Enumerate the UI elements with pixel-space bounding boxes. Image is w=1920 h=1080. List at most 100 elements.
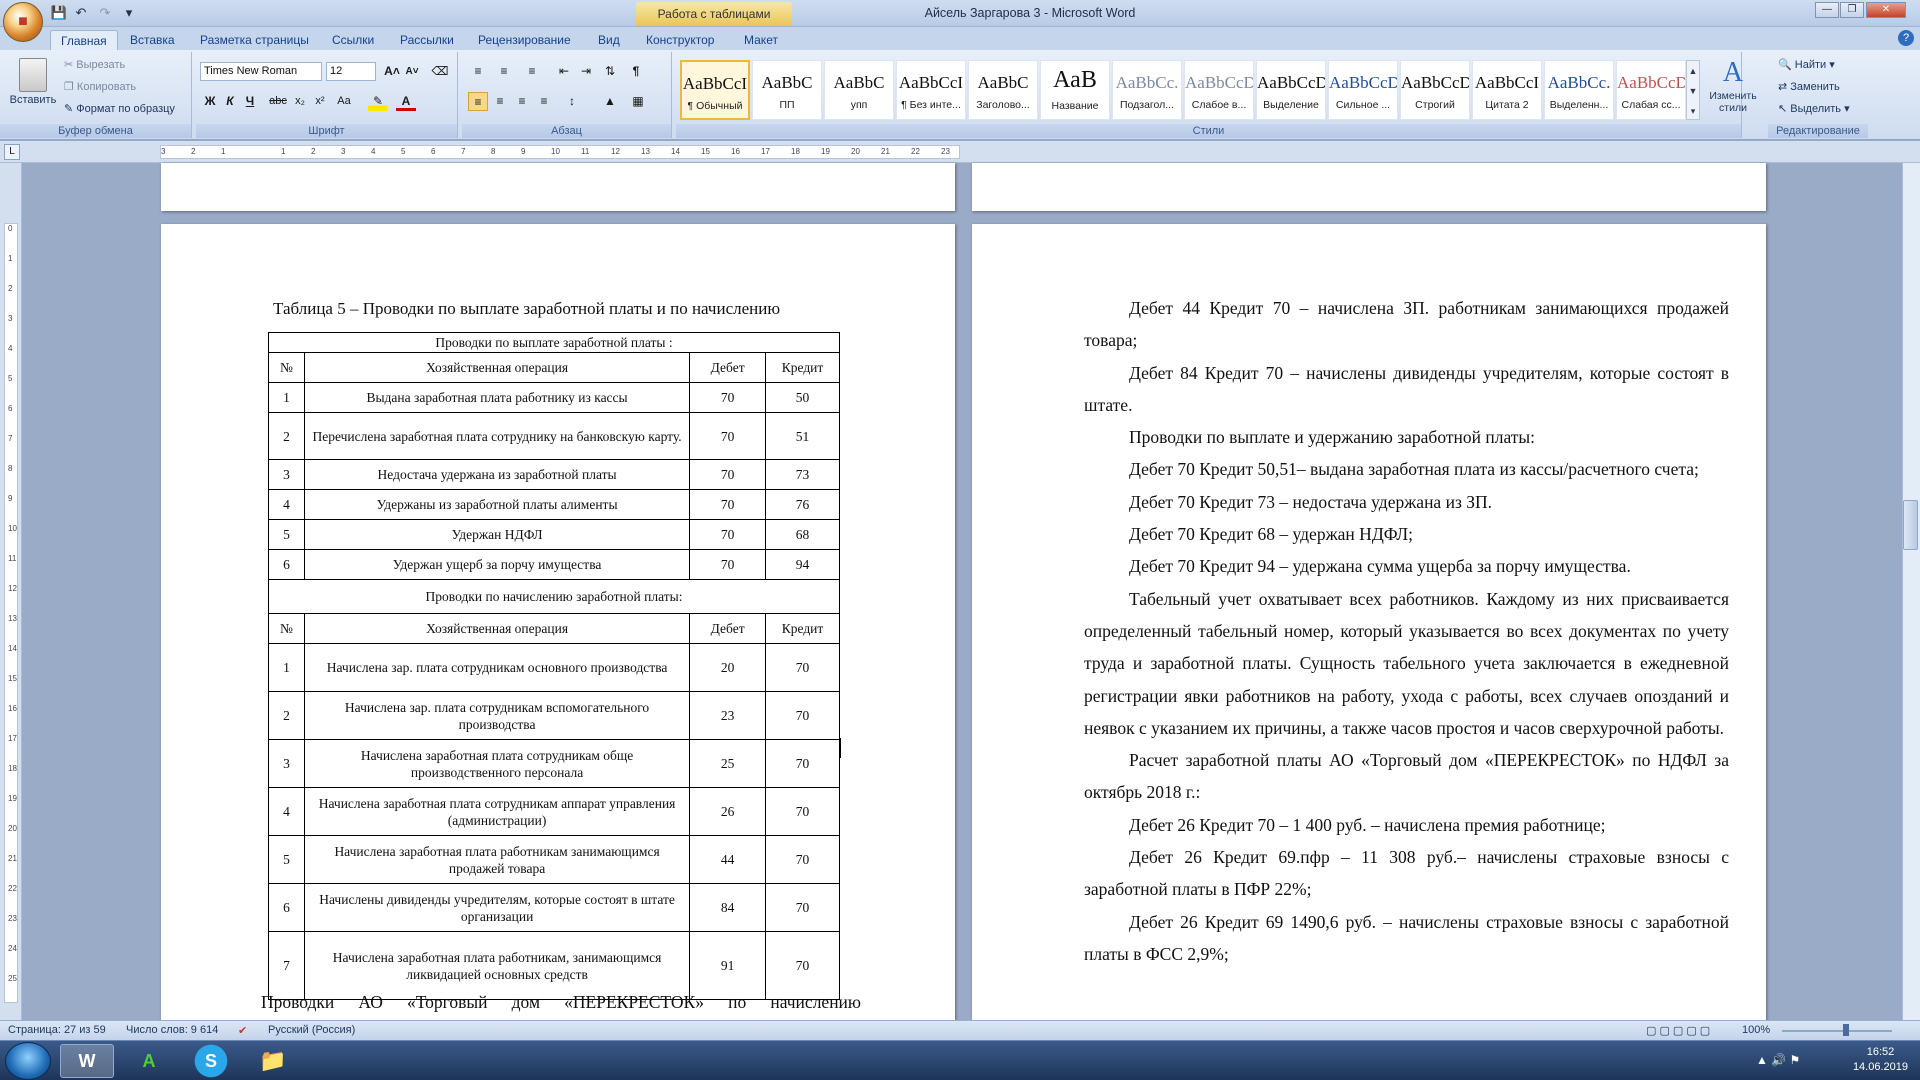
show-marks-icon[interactable]: ¶: [626, 62, 646, 81]
row-credit[interactable]: 70: [765, 691, 840, 740]
decrease-indent-icon[interactable]: ⇤: [554, 62, 574, 81]
style-item[interactable]: AaBbCcD Слабое в...: [1184, 60, 1254, 120]
row-credit[interactable]: 51: [765, 412, 840, 460]
row-number[interactable]: 4: [268, 787, 305, 836]
tab-review[interactable]: Рецензирование: [468, 30, 581, 50]
page-left[interactable]: Таблица 5 – Проводки по выплате заработн…: [161, 224, 955, 1024]
tab-selector-icon[interactable]: L: [4, 144, 20, 160]
table-row[interactable]: 4 Удержаны из заработной платы алименты 70…: [268, 489, 840, 520]
underline-icon[interactable]: Ч: [240, 92, 260, 111]
format-painter-button[interactable]: ✎ Формат по образцу: [64, 102, 175, 115]
clock[interactable]: 16:52 14.06.2019: [1853, 1045, 1908, 1075]
style-item[interactable]: AaBbC ПП: [752, 60, 822, 120]
table-header-row[interactable]: № Хозяйственная операция Дебет Кредит: [268, 352, 840, 383]
row-debit[interactable]: 70: [689, 519, 767, 550]
shrink-font-icon[interactable]: A˅: [402, 62, 422, 81]
row-operation[interactable]: Перечислена заработная плата сотруднику …: [303, 412, 691, 460]
table-row[interactable]: 2 Начислена зар. плата сотрудникам вспомо…: [268, 691, 840, 740]
replace-button[interactable]: ⇄ Заменить: [1778, 80, 1840, 93]
row-number[interactable]: 5: [268, 519, 305, 550]
row-number[interactable]: 3: [268, 459, 305, 490]
page-count[interactable]: Страница: 27 из 59: [8, 1024, 106, 1036]
row-operation[interactable]: Начислены дивиденды учредителям, которые…: [303, 883, 691, 932]
increase-indent-icon[interactable]: ⇥: [576, 62, 596, 81]
word-taskbar-icon[interactable]: W: [60, 1044, 114, 1078]
table-row[interactable]: 3 Недостача удержана из заработной платы 7…: [268, 459, 840, 490]
zoom-level[interactable]: 100%: [1742, 1024, 1770, 1036]
table-row[interactable]: 4 Начислена заработная плата сотрудникам …: [268, 787, 840, 836]
style-item[interactable]: AaBbCc. Выделенн...: [1544, 60, 1614, 120]
language[interactable]: Русский (Россия): [268, 1024, 355, 1036]
change-case-icon[interactable]: Aa: [334, 92, 354, 111]
tab-design[interactable]: Конструктор: [636, 30, 724, 50]
undo-icon[interactable]: ↶: [72, 4, 90, 22]
row-number[interactable]: 2: [268, 412, 305, 460]
row-debit[interactable]: 70: [689, 459, 767, 490]
table-row[interactable]: 3 Начислена заработная плата сотрудникам …: [268, 739, 840, 788]
header-debit[interactable]: Дебет: [689, 613, 767, 644]
word-count[interactable]: Число слов: 9 614: [126, 1024, 218, 1036]
start-button[interactable]: [5, 1042, 51, 1080]
help-icon[interactable]: ?: [1898, 30, 1914, 46]
skype-taskbar-icon[interactable]: S: [184, 1044, 238, 1078]
row-debit[interactable]: 26: [689, 787, 767, 836]
tab-layout[interactable]: Макет: [734, 30, 788, 50]
table-row[interactable]: 6 Удержан ущерб за порчу имущества 70 94: [268, 549, 840, 580]
table-section-row[interactable]: Проводки по выплате заработной платы :: [268, 332, 840, 353]
table-row[interactable]: 2 Перечислена заработная плата сотруднику…: [268, 412, 840, 460]
table-row[interactable]: 1 Начислена зар. плата сотрудникам основн…: [268, 643, 840, 692]
tab-mailings[interactable]: Рассылки: [390, 30, 464, 50]
vertical-ruler[interactable]: 0 1 2 3 4 5 6 7 8 9 10 11 12 13 14 15 16 17 18 19 20 21 22 23 24…: [0, 163, 22, 1020]
row-operation[interactable]: Начислена зар. плата сотрудникам основно…: [303, 643, 691, 692]
table-section-title[interactable]: Проводки по выплате заработной платы :: [268, 332, 840, 353]
table-row[interactable]: 5 Удержан НДФЛ 70 68: [268, 519, 840, 550]
table-row[interactable]: 6 Начислены дивиденды учредителям, которы…: [268, 883, 840, 932]
row-operation[interactable]: Выдана заработная плата работнику из кас…: [303, 382, 691, 413]
style-item[interactable]: AaBbCcD Строгий: [1400, 60, 1470, 120]
row-debit[interactable]: 20: [689, 643, 767, 692]
align-left-icon[interactable]: ≡: [468, 92, 488, 111]
row-credit[interactable]: 70: [765, 787, 840, 836]
row-operation[interactable]: Удержан НДФЛ: [303, 519, 691, 550]
header-operation[interactable]: Хозяйственная операция: [303, 352, 691, 383]
row-number[interactable]: 2: [268, 691, 305, 740]
view-buttons[interactable]: ▢ ▢ ▢ ▢ ▢: [1646, 1024, 1710, 1037]
row-credit[interactable]: 50: [765, 382, 840, 413]
grow-font-icon[interactable]: A˄: [382, 62, 402, 81]
row-credit[interactable]: 94: [765, 549, 840, 580]
bullets-icon[interactable]: ≡: [468, 62, 488, 81]
row-credit[interactable]: 70: [765, 835, 840, 884]
copy-button[interactable]: ❐ Копировать: [64, 80, 136, 93]
borders-icon[interactable]: ▦: [628, 92, 648, 111]
row-credit[interactable]: 70: [765, 883, 840, 932]
superscript-icon[interactable]: x²: [310, 92, 330, 111]
tray-icons[interactable]: ▲ 🔊 ⚑: [1756, 1053, 1800, 1067]
style-item[interactable]: AaBbCc. Подзагол...: [1112, 60, 1182, 120]
redo-icon[interactable]: ↷: [96, 4, 114, 22]
row-operation[interactable]: Удержан ущерб за порчу имущества: [303, 549, 691, 580]
row-number[interactable]: 3: [268, 739, 305, 788]
row-operation[interactable]: Начислена заработная плата сотрудникам о…: [303, 739, 691, 788]
style-item[interactable]: AaBbCcD Сильное ...: [1328, 60, 1398, 120]
justify-icon[interactable]: ≡: [534, 92, 554, 111]
font-size-combo[interactable]: 12: [326, 62, 376, 81]
select-button[interactable]: ↖ Выделить ▾: [1778, 102, 1850, 115]
save-icon[interactable]: 💾: [50, 4, 68, 22]
row-operation[interactable]: Начислена заработная плата сотрудникам а…: [303, 787, 691, 836]
row-credit[interactable]: 73: [765, 459, 840, 490]
shading-icon[interactable]: ▲: [600, 92, 620, 111]
tab-references[interactable]: Ссылки: [322, 30, 384, 50]
zoom-slider[interactable]: [1782, 1030, 1892, 1032]
horizontal-ruler[interactable]: L 3 2 1 1 2 3 4 5 6 7 8 9 10 11 12 13 14 15 16 17 18 19 20 21 22…: [0, 141, 1920, 163]
table-header-row[interactable]: № Хозяйственная операция Дебет Кредит: [268, 613, 840, 644]
row-number[interactable]: 1: [268, 643, 305, 692]
row-number[interactable]: 4: [268, 489, 305, 520]
header-debit[interactable]: Дебет: [689, 352, 767, 383]
row-debit[interactable]: 70: [689, 489, 767, 520]
align-center-icon[interactable]: ≡: [490, 92, 510, 111]
minimize-button[interactable]: —: [1815, 2, 1839, 18]
strikethrough-icon[interactable]: abc: [268, 92, 288, 111]
row-operation[interactable]: Удержаны из заработной платы алименты: [303, 489, 691, 520]
sort-icon[interactable]: ⇅: [600, 62, 620, 81]
maximize-button[interactable]: ❐: [1840, 2, 1864, 18]
